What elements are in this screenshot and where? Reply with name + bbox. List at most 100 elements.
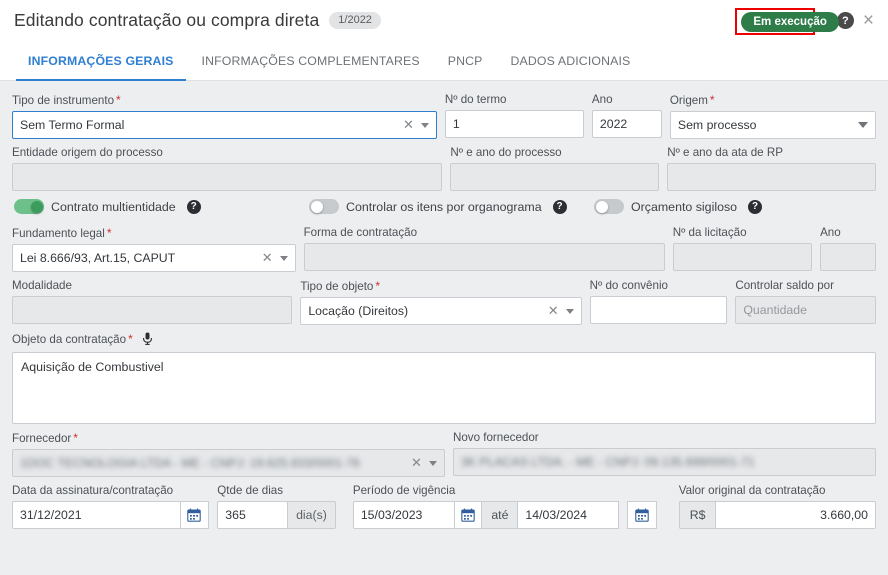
toggle-contrato-multientidade[interactable]: Contrato multientidade ? bbox=[14, 199, 309, 214]
qtde-dias-input[interactable]: 365 bbox=[217, 501, 289, 529]
tab-label: INFORMAÇÕES COMPLEMENTARES bbox=[201, 53, 420, 68]
field-label: Novo fornecedor bbox=[452, 431, 539, 444]
tab-dados-adicionais[interactable]: DADOS ADICIONAIS bbox=[496, 41, 644, 80]
field-modalidade: Modalidade bbox=[12, 279, 293, 325]
field-label: Tipo de objeto * bbox=[300, 279, 381, 293]
data-assinatura-input[interactable]: 31/12/2021 bbox=[12, 501, 181, 529]
required-marker: * bbox=[73, 431, 78, 445]
toggle-switch[interactable] bbox=[309, 199, 339, 214]
help-icon[interactable]: ? bbox=[836, 12, 854, 29]
field-value: 31/12/2021 bbox=[20, 508, 82, 522]
fundamento-legal-select[interactable]: Lei 8.666/93, Art.15, CAPUT ✕ bbox=[12, 244, 296, 272]
qtde-dias-group: 365 dia(s) bbox=[217, 501, 336, 529]
origem-select[interactable]: Sem processo bbox=[669, 111, 876, 139]
qtde-dias-unit: dia(s) bbox=[288, 501, 336, 529]
required-marker: * bbox=[128, 332, 133, 346]
ano-licitacao-input bbox=[820, 243, 876, 271]
field-value: Locação (Direitos) bbox=[308, 304, 409, 318]
select-adornments: ✕ bbox=[411, 455, 437, 471]
microphone-icon[interactable] bbox=[142, 332, 153, 349]
dialog-header: Editando contratação ou compra direta 1/… bbox=[0, 0, 888, 41]
data-assinatura-group: 31/12/2021 bbox=[12, 501, 210, 529]
calendar-icon[interactable] bbox=[180, 501, 210, 529]
close-icon[interactable]: × bbox=[861, 11, 876, 30]
field-label: Entidade origem do processo bbox=[12, 146, 163, 159]
field-label: Data da assinatura/contratação bbox=[12, 484, 174, 497]
field-numero-ano-processo: Nº e ano do processo bbox=[450, 146, 660, 191]
tab-pncp[interactable]: PNCP bbox=[434, 41, 497, 80]
tab-informacoes-complementares[interactable]: INFORMAÇÕES COMPLEMENTARES bbox=[188, 41, 434, 80]
field-label: Forma de contratação bbox=[303, 226, 418, 239]
field-ano-licitacao: Ano bbox=[820, 226, 876, 272]
toggle-knob bbox=[310, 200, 323, 213]
toggle-label: Orçamento sigiloso bbox=[631, 199, 738, 214]
tab-informacoes-gerais[interactable]: INFORMAÇÕES GERAIS bbox=[14, 41, 188, 81]
field-value: Quantidade bbox=[743, 303, 807, 317]
form-row-legal: Fundamento legal * Lei 8.666/93, Art.15, … bbox=[12, 226, 876, 272]
help-icon[interactable]: ? bbox=[748, 199, 763, 214]
ano-termo-input[interactable]: 2022 bbox=[591, 110, 662, 138]
modalidade-input bbox=[12, 296, 293, 324]
vigencia-end-input[interactable]: 14/03/2024 bbox=[517, 501, 620, 529]
select-adornments bbox=[857, 122, 868, 128]
clear-icon[interactable]: ✕ bbox=[548, 303, 559, 319]
field-numero-convenio: Nº do convênio bbox=[589, 279, 728, 325]
vigencia-start-input[interactable]: 15/03/2023 bbox=[352, 501, 455, 529]
periodo-vigencia-group: 15/03/2023 até 14/03/2024 bbox=[352, 501, 620, 529]
chevron-down-icon[interactable] bbox=[428, 460, 437, 466]
field-value: 1 bbox=[452, 117, 460, 131]
numero-ano-processo-input bbox=[450, 163, 660, 191]
field-label: Objeto da contratação * bbox=[12, 332, 876, 349]
numero-termo-input[interactable]: 1 bbox=[444, 110, 584, 138]
field-fundamento-legal: Fundamento legal * Lei 8.666/93, Art.15, … bbox=[12, 226, 296, 272]
required-marker: * bbox=[116, 93, 121, 107]
field-numero-licitacao: Nº da licitação bbox=[672, 226, 813, 272]
valor-original-input[interactable]: 3.660,00 bbox=[715, 501, 876, 529]
clear-icon[interactable]: ✕ bbox=[262, 250, 273, 266]
tab-label: INFORMAÇÕES GERAIS bbox=[28, 53, 174, 68]
form-row-fornecedor: Fornecedor * 1DOC TECNOLOGIA LTDA - ME - … bbox=[12, 431, 876, 477]
required-marker: * bbox=[709, 93, 715, 107]
select-adornments: ✕ bbox=[262, 250, 288, 266]
field-value: Lei 8.666/93, Art.15, CAPUT bbox=[20, 251, 176, 265]
tipo-instrumento-select[interactable]: Sem Termo Formal ✕ bbox=[12, 111, 437, 139]
numero-convenio-input[interactable] bbox=[589, 296, 728, 324]
calendar-icon[interactable] bbox=[627, 501, 658, 529]
general-info-form: Tipo de instrumento * Sem Termo Formal ✕ … bbox=[0, 81, 888, 575]
field-valor-original: Valor original da contratação R$ 3.660,0… bbox=[678, 484, 876, 529]
field-ano-termo: Ano 2022 bbox=[591, 93, 662, 139]
field-label: Nº e ano da ata de RP bbox=[667, 146, 783, 159]
toggle-controlar-itens-organograma[interactable]: Controlar os itens por organograma ? bbox=[309, 199, 594, 214]
toggle-orcamento-sigiloso[interactable]: Orçamento sigiloso ? bbox=[594, 199, 763, 214]
tipo-objeto-select[interactable]: Locação (Direitos) ✕ bbox=[300, 297, 582, 325]
toggle-switch[interactable] bbox=[594, 199, 624, 214]
chevron-down-icon[interactable] bbox=[858, 122, 868, 128]
clear-icon[interactable]: ✕ bbox=[403, 117, 414, 133]
field-label: Nº e ano do processo bbox=[450, 146, 562, 159]
forma-contratacao-input bbox=[303, 243, 665, 271]
field-value: 14/03/2024 bbox=[525, 508, 587, 522]
clear-icon[interactable]: ✕ bbox=[411, 455, 422, 471]
calendar-icon[interactable] bbox=[454, 501, 483, 529]
field-label: Controlar saldo por bbox=[735, 279, 834, 292]
field-label: Ano bbox=[591, 93, 613, 106]
field-forma-contratacao: Forma de contratação bbox=[303, 226, 665, 272]
form-row-objeto-contratacao: Objeto da contratação * Aquisição de Comb… bbox=[12, 332, 876, 424]
tab-bar: INFORMAÇÕES GERAIS INFORMAÇÕES COMPLEMEN… bbox=[0, 41, 888, 81]
chevron-down-icon[interactable] bbox=[420, 122, 429, 128]
fornecedor-select[interactable]: 1DOC TECNOLOGIA LTDA - ME - CNPJ: 19.625… bbox=[12, 449, 445, 477]
field-origem: Origem * Sem processo bbox=[669, 93, 876, 139]
field-label: Valor original da contratação bbox=[678, 484, 826, 497]
help-icon[interactable]: ? bbox=[186, 199, 201, 214]
toggle-switch[interactable] bbox=[14, 199, 44, 214]
form-row-object: Modalidade Tipo de objeto * Locação (Dire… bbox=[12, 279, 876, 325]
chevron-down-icon[interactable] bbox=[279, 255, 288, 261]
field-value: 3.660,00 bbox=[820, 508, 868, 522]
chevron-down-icon[interactable] bbox=[565, 308, 574, 314]
form-row-process: Entidade origem do processo Nº e ano do … bbox=[12, 146, 876, 191]
field-value: 365 bbox=[225, 508, 246, 522]
objeto-contratacao-textarea[interactable]: Aquisição de Combustivel bbox=[12, 352, 876, 424]
field-fornecedor: Fornecedor * 1DOC TECNOLOGIA LTDA - ME - … bbox=[12, 431, 445, 477]
required-marker: * bbox=[106, 226, 112, 240]
help-icon[interactable]: ? bbox=[552, 199, 567, 214]
